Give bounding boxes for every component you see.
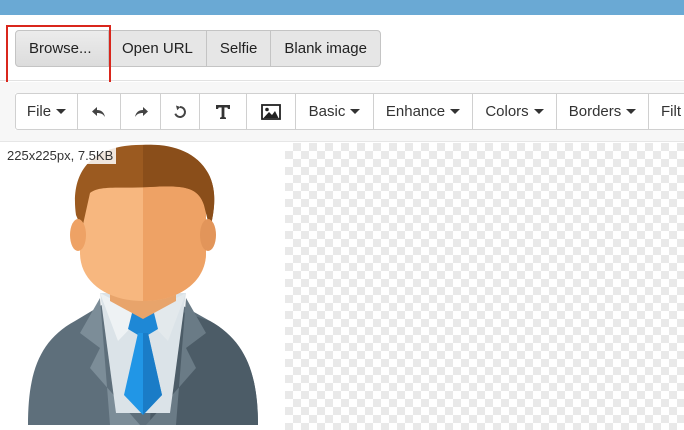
- chevron-down-icon: [56, 109, 67, 114]
- source-bar: Browse... Open URL Selfie Blank image: [0, 15, 684, 105]
- transparent-canvas[interactable]: [285, 143, 684, 430]
- reset-icon: [174, 105, 186, 118]
- image-icon: [261, 103, 281, 120]
- redo-button[interactable]: [120, 93, 161, 130]
- undo-button[interactable]: [77, 93, 121, 130]
- enhance-menu-label: Enhance: [385, 103, 446, 120]
- text-icon: [216, 104, 230, 119]
- top-strip: [0, 0, 684, 15]
- image-tool-button[interactable]: [246, 93, 296, 130]
- redo-icon: [134, 106, 148, 117]
- editor-toolbar: File Basic Enhance Colors Borders Filt: [0, 82, 684, 142]
- canvas-area[interactable]: 225x225px, 7.5KB: [0, 143, 684, 430]
- selfie-button[interactable]: Selfie: [205, 30, 272, 67]
- user-avatar-icon: [28, 144, 258, 425]
- filters-menu-button[interactable]: Filt: [648, 93, 684, 130]
- file-menu-button[interactable]: File: [15, 93, 78, 130]
- browse-button[interactable]: Browse...: [15, 30, 109, 67]
- filters-menu-label: Filt: [661, 103, 681, 120]
- chevron-down-icon: [350, 109, 361, 114]
- chevron-down-icon: [533, 109, 544, 114]
- basic-menu-label: Basic: [308, 103, 346, 120]
- undo-icon: [92, 106, 105, 117]
- chevron-down-icon: [626, 109, 637, 114]
- chevron-down-icon: [450, 109, 461, 114]
- colors-menu-button[interactable]: Colors: [472, 93, 557, 130]
- basic-menu-button[interactable]: Basic: [295, 93, 374, 130]
- file-menu-label: File: [26, 103, 52, 120]
- blank-image-button[interactable]: Blank image: [270, 30, 381, 67]
- text-tool-button[interactable]: [199, 93, 247, 130]
- colors-menu-label: Colors: [485, 103, 529, 120]
- open-url-button[interactable]: Open URL: [108, 30, 207, 67]
- toolbar-group: File Basic Enhance Colors Borders Filt: [15, 93, 684, 130]
- image-info-label: 225x225px, 7.5KB: [4, 147, 117, 164]
- source-button-group: Browse... Open URL Selfie Blank image: [15, 30, 381, 67]
- enhance-menu-button[interactable]: Enhance: [373, 93, 473, 130]
- reset-button[interactable]: [160, 93, 200, 130]
- borders-menu-label: Borders: [568, 103, 622, 120]
- image-preview[interactable]: 225x225px, 7.5KB: [0, 143, 285, 430]
- borders-menu-button[interactable]: Borders: [556, 93, 649, 130]
